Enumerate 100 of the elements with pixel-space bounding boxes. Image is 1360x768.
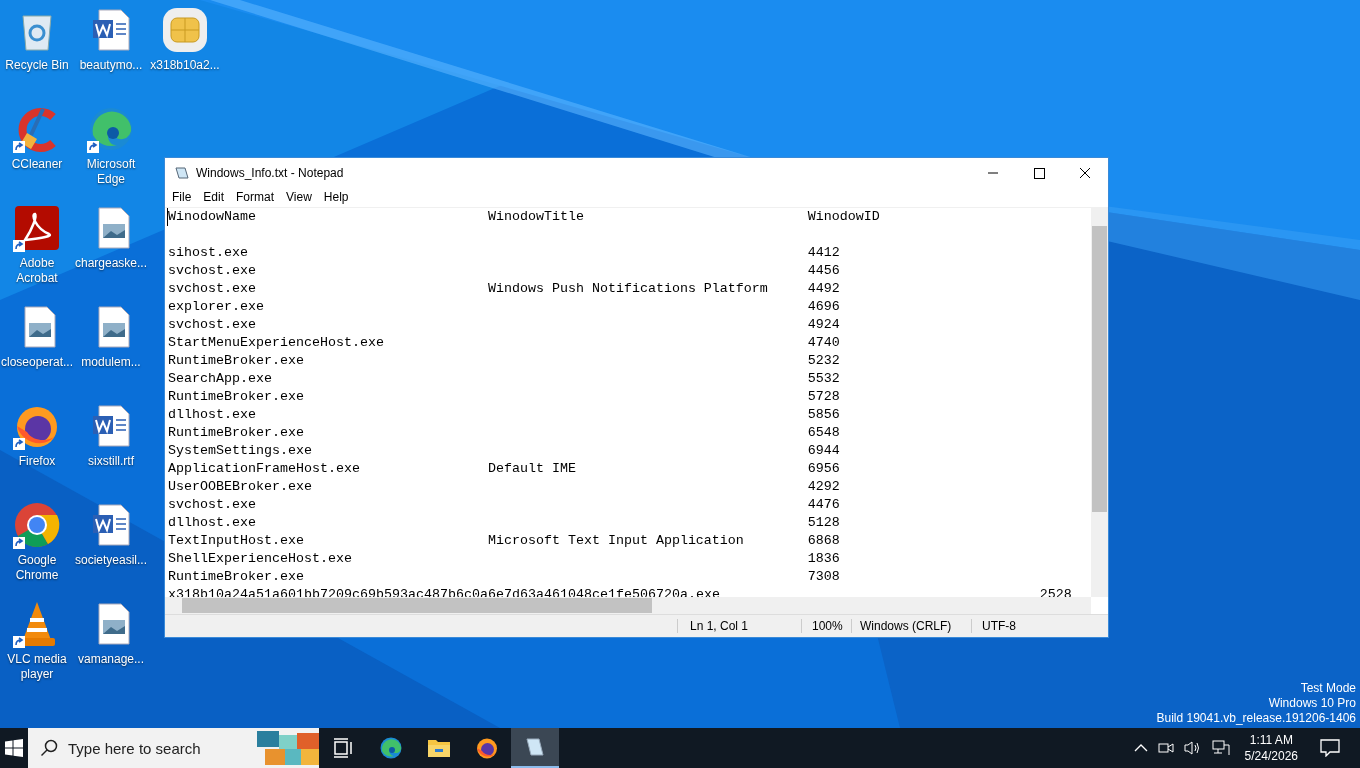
task-view-icon <box>332 738 354 758</box>
system-info-text: Test Mode <box>1300 681 1356 696</box>
text-line: svchost.exe <box>168 316 257 334</box>
system-info-text: Build 19041.vb_release.191206-1406 <box>1156 711 1356 726</box>
text-line: RuntimeBroker.exe <box>168 424 305 442</box>
text-line: WinodowTitle <box>487 208 585 226</box>
shortcut-arrow-icon <box>13 636 25 648</box>
text-line: 4412 <box>807 244 840 262</box>
shortcut-arrow-icon <box>87 141 99 153</box>
taskbar-app-button[interactable] <box>511 728 559 768</box>
text-line: 4492 <box>807 280 840 298</box>
text-line: 1836 <box>807 550 840 568</box>
vertical-scrollbar[interactable] <box>1091 208 1108 597</box>
text-line: 5128 <box>807 514 840 532</box>
menu-item[interactable]: View <box>280 190 318 204</box>
text-line: SearchApp.exe <box>168 370 273 388</box>
firefox-icon <box>475 736 499 760</box>
text-line: StartMenuExperienceHost.exe <box>168 334 385 352</box>
chip-icon[interactable] <box>161 6 209 54</box>
desktop-icon-label[interactable]: CCleaner <box>0 157 74 172</box>
date-text: 5/24/2026 <box>1244 748 1298 764</box>
text-line: dllhost.exe <box>168 514 257 532</box>
pdf-icon[interactable] <box>13 204 61 252</box>
shortcut-arrow-icon <box>13 240 25 252</box>
desktop-icon-label[interactable]: Recycle Bin <box>0 58 74 73</box>
text-line: Default IME <box>487 461 576 476</box>
search-field[interactable]: Type here to search <box>28 728 319 768</box>
desktop-icon-label[interactable]: Google Chrome <box>0 553 74 583</box>
text-line: ApplicationFrameHost.exe <box>168 460 361 478</box>
status-text: Windows (CRLF) <box>851 619 971 633</box>
caret-up-icon[interactable] <box>1133 743 1148 753</box>
desktop-icon-label[interactable]: closeoperat... <box>0 355 74 370</box>
network-icon[interactable] <box>1211 740 1230 756</box>
clock[interactable]: 1:11 AM 5/24/2026 <box>1244 732 1298 764</box>
text-line: 7308 <box>807 568 840 586</box>
text-line: svchost.exe <box>168 280 257 298</box>
menu-item[interactable]: Format <box>230 190 281 204</box>
desktop-icon-label[interactable]: Firefox <box>0 454 74 469</box>
notification-icon[interactable] <box>1320 739 1340 757</box>
text-line: ShellExperienceHost.exe <box>168 550 353 568</box>
notepad-icon <box>523 735 547 759</box>
folder-icon <box>427 737 451 759</box>
text-line: RuntimeBroker.exe <box>168 388 305 406</box>
menu-item[interactable]: Help <box>317 190 355 204</box>
search-icon <box>40 739 58 757</box>
desktop-icon-label[interactable]: chargeaske... <box>74 256 148 271</box>
text-line: TextInputHost.exe <box>168 532 305 550</box>
desktop-icon-label[interactable]: modulem... <box>74 355 148 370</box>
desktop-icon-label[interactable]: vamanage... <box>74 652 148 667</box>
text-line: 6548 <box>807 424 840 442</box>
text-line: 5532 <box>807 370 840 388</box>
puzzle-drawing <box>257 731 319 765</box>
camera-icon[interactable] <box>1157 740 1174 756</box>
desktop-icon-label[interactable]: x318b10a2... <box>148 58 222 73</box>
text-line: sihost.exe <box>168 244 249 262</box>
menu-item[interactable]: Edit <box>197 190 231 204</box>
text-line: 4476 <box>807 496 840 514</box>
text-line: 6956 <box>807 460 840 478</box>
edge-icon <box>379 736 403 760</box>
text-line: 5856 <box>807 406 840 424</box>
text-line: 4292 <box>807 478 840 496</box>
desktop-icon-label[interactable]: Adobe Acrobat <box>0 256 74 286</box>
text-line: 4924 <box>807 316 840 334</box>
text-line: Microsoft Text Input Application <box>487 533 744 548</box>
desktop-icon-label[interactable]: beautymo... <box>74 58 148 73</box>
text-line: RuntimeBroker.exe <box>168 352 305 370</box>
text-line: Windows Push Notifications Platform <box>487 281 768 296</box>
desktop-icon-label[interactable]: sixstill.rtf <box>74 454 148 469</box>
horizontal-scrollbar[interactable] <box>165 597 1091 614</box>
shortcut-arrow-icon <box>13 141 25 153</box>
status-text: UTF-8 <box>971 619 1016 633</box>
text-line: 5728 <box>807 388 840 406</box>
text-line: UserOOBEBroker.exe <box>168 478 313 496</box>
text-line: SystemSettings.exe <box>168 442 313 460</box>
text-line: 6944 <box>807 442 840 460</box>
status-text: 100% <box>801 619 851 633</box>
shortcut-arrow-icon <box>13 537 25 549</box>
window-title: Windows_Info.txt - Notepad <box>196 165 345 180</box>
text-line: 6868 <box>807 532 840 550</box>
menu-item[interactable]: File <box>166 190 198 204</box>
text-line: RuntimeBroker.exe <box>168 568 305 586</box>
desktop-icon-label[interactable]: Microsoft Edge <box>74 157 148 187</box>
text-line: WinodowID <box>807 208 880 226</box>
windows-start-icon[interactable] <box>5 739 23 757</box>
desktop-icon-label[interactable]: VLC media player <box>0 652 74 682</box>
shortcut-arrow-icon <box>13 438 25 450</box>
text-line: dllhost.exe <box>168 406 257 424</box>
status-text: Ln 1, Col 1 <box>677 619 801 633</box>
chrome-icon[interactable] <box>13 501 61 549</box>
system-info-text: Windows 10 Pro <box>1268 696 1356 711</box>
desktop-icon-label[interactable]: societyeasil... <box>74 553 148 568</box>
edge-icon[interactable] <box>87 105 135 153</box>
text-line: 4456 <box>807 262 840 280</box>
speaker-icon[interactable] <box>1183 740 1202 756</box>
text-line: svchost.exe <box>168 262 257 280</box>
text-line: 4696 <box>807 298 840 316</box>
notepad-icon <box>174 164 190 181</box>
text-line: explorer.exe <box>168 298 265 316</box>
text-line: svchost.exe <box>168 496 257 514</box>
text-line: 4740 <box>807 334 840 352</box>
